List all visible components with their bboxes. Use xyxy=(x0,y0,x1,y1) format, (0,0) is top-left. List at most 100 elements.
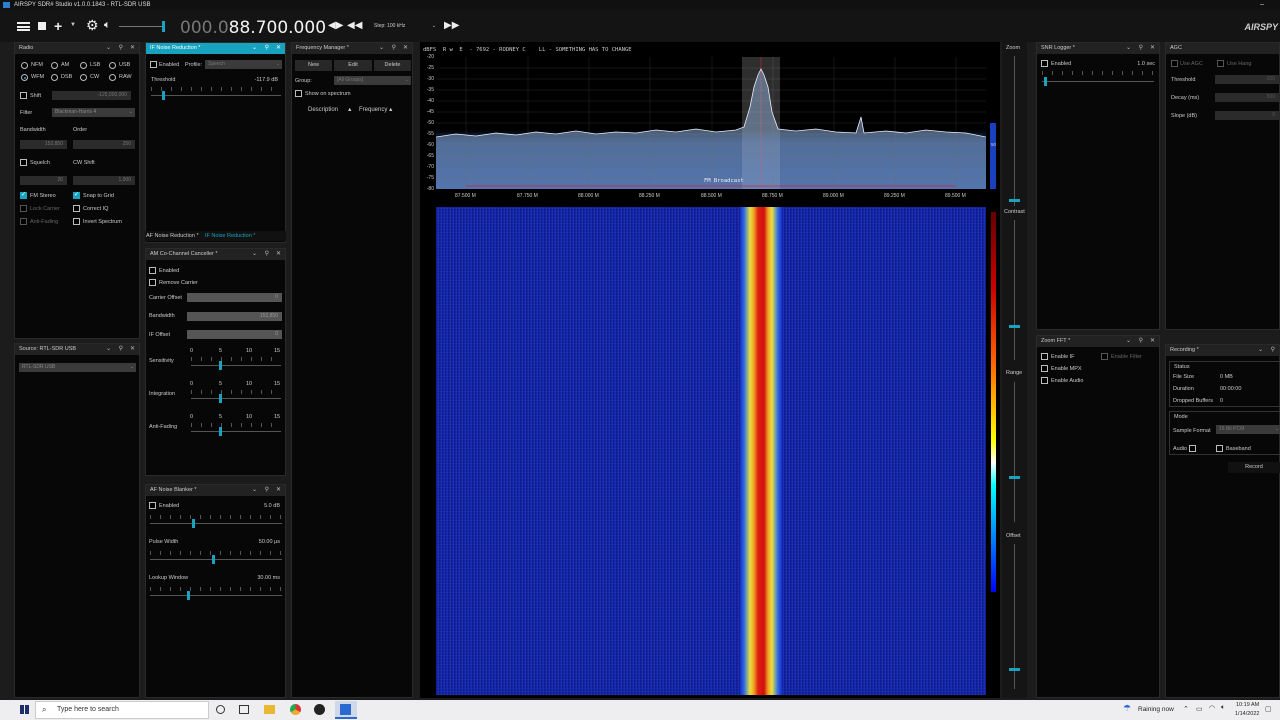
edit-button[interactable]: Edit xyxy=(334,60,372,71)
taskbar-search-box[interactable]: ⌕ Type here to search xyxy=(35,701,209,719)
pin-icon[interactable]: ⚲ xyxy=(1139,43,1143,54)
collapse-icon[interactable]: ⌄ xyxy=(252,249,257,260)
pulse-width-slider[interactable] xyxy=(150,559,282,560)
mode-radio-usb[interactable] xyxy=(109,62,116,69)
mode-radio-cw[interactable] xyxy=(80,74,87,81)
close-icon[interactable]: ✕ xyxy=(1150,336,1155,347)
tune-both-icon[interactable]: ◀▶ xyxy=(328,20,343,31)
anti-fading-checkbox[interactable] xyxy=(20,218,27,225)
lookup-window-thumb[interactable] xyxy=(187,591,190,600)
task-view-icon[interactable] xyxy=(239,705,249,714)
show-on-spectrum-checkbox[interactable] xyxy=(295,90,302,97)
shift-field[interactable]: -125,000,000 xyxy=(52,91,131,100)
volume-thumb[interactable] xyxy=(162,21,165,32)
lookup-window-slider[interactable] xyxy=(150,595,282,596)
notifications-icon[interactable]: ▢ xyxy=(1265,705,1272,713)
tray-chevron-icon[interactable]: ⌃ xyxy=(1183,705,1189,713)
close-icon[interactable]: ✕ xyxy=(403,43,408,54)
collapse-icon[interactable]: ⌄ xyxy=(106,43,111,54)
cortana-icon[interactable] xyxy=(216,705,225,714)
threshold-thumb[interactable] xyxy=(192,519,195,528)
bandwidth-field[interactable]: 152,850 xyxy=(20,140,67,149)
enable-if-checkbox[interactable] xyxy=(1041,353,1048,360)
volume-icon[interactable]: 🔈︎ xyxy=(1221,704,1225,712)
snap-grid-checkbox[interactable] xyxy=(73,191,80,199)
integration-thumb[interactable] xyxy=(219,394,222,403)
order-field[interactable]: 250 xyxy=(73,140,135,149)
step-select[interactable]: Step: 100 kHz ⌄ xyxy=(374,22,436,31)
invert-spectrum-checkbox[interactable] xyxy=(73,218,80,225)
pin-icon[interactable]: ⚲ xyxy=(119,344,123,355)
baseband-checkbox[interactable] xyxy=(1216,445,1223,452)
profile-select[interactable]: Speech ⌄ xyxy=(205,60,282,69)
anti-fading-slider[interactable] xyxy=(191,431,281,432)
enable-audio-checkbox[interactable] xyxy=(1041,377,1048,384)
source-device-select[interactable]: RTL-SDR USB ⌄ xyxy=(19,363,136,372)
snr-interval-thumb[interactable] xyxy=(1044,77,1047,86)
zoom-thumb[interactable] xyxy=(1009,199,1020,202)
range-slider[interactable] xyxy=(1014,382,1015,522)
decay-field[interactable]: 500 xyxy=(1215,93,1279,102)
mode-radio-lsb[interactable] xyxy=(80,62,87,69)
spectrum-panel[interactable]: dBFS R w E - 7692 - RODNEY C LL - SOMETH… xyxy=(420,42,1000,204)
stop-icon[interactable] xyxy=(38,22,46,30)
amcc-bandwidth-field[interactable]: 152,850 xyxy=(187,312,282,321)
collapse-icon[interactable]: ⌄ xyxy=(1258,345,1263,356)
sensitivity-slider[interactable] xyxy=(191,365,281,366)
settings-gear-icon[interactable]: ⚙ xyxy=(86,17,99,34)
close-icon[interactable]: ✕ xyxy=(130,43,135,54)
squelch-checkbox[interactable] xyxy=(20,159,27,166)
audio-checkbox[interactable] xyxy=(1189,445,1196,452)
add-dropdown-icon[interactable]: ▼ xyxy=(70,22,76,28)
volume-slider[interactable] xyxy=(119,26,165,27)
menu-icon[interactable] xyxy=(17,22,30,31)
mode-radio-nfm[interactable] xyxy=(21,62,28,69)
close-icon[interactable]: ✕ xyxy=(276,43,281,54)
pin-icon[interactable]: ⚲ xyxy=(392,43,396,54)
use-agc-checkbox[interactable] xyxy=(1171,60,1178,67)
tab-af-noise-reduction[interactable]: AF Noise Reduction * xyxy=(146,233,199,239)
pin-icon[interactable]: ⚲ xyxy=(1271,345,1275,356)
mode-radio-dsb[interactable] xyxy=(51,74,58,81)
fm-stereo-checkbox[interactable] xyxy=(20,191,27,199)
enable-mpx-checkbox[interactable] xyxy=(1041,365,1048,372)
pin-icon[interactable]: ⚲ xyxy=(1139,336,1143,347)
use-hang-checkbox[interactable] xyxy=(1217,60,1224,67)
ifnr-enabled-checkbox[interactable] xyxy=(150,61,157,68)
network-icon[interactable]: ▭ xyxy=(1196,705,1203,713)
new-button[interactable]: New xyxy=(295,60,332,71)
range-thumb[interactable] xyxy=(1009,476,1020,479)
anti-fading-thumb[interactable] xyxy=(219,427,222,436)
threshold-slider[interactable] xyxy=(151,95,281,96)
collapse-icon[interactable]: ⌄ xyxy=(252,43,257,54)
contrast-thumb[interactable] xyxy=(1009,325,1020,328)
remove-carrier-checkbox[interactable] xyxy=(149,279,156,286)
waterfall-panel[interactable] xyxy=(420,204,1000,698)
offset-thumb[interactable] xyxy=(1009,668,1020,671)
carrier-offset-field[interactable]: 0 xyxy=(187,293,282,302)
windows-start-icon[interactable] xyxy=(20,705,29,714)
clock-time[interactable]: 10:19 AM xyxy=(1236,702,1259,708)
zoom-slider[interactable] xyxy=(1014,56,1015,206)
sample-format-select[interactable]: 16 Bit PCM ⌄ xyxy=(1216,425,1280,434)
amcc-enabled-checkbox[interactable] xyxy=(149,267,156,274)
weather-text[interactable]: Raining now xyxy=(1138,706,1174,713)
pin-icon[interactable]: ⚲ xyxy=(265,43,269,54)
integration-slider[interactable] xyxy=(191,398,281,399)
filter-select[interactable]: Blackman-Harris 4 ⌄ xyxy=(52,108,135,117)
tab-if-noise-reduction[interactable]: IF Noise Reduction * xyxy=(205,233,255,239)
mode-radio-wfm[interactable] xyxy=(21,74,28,81)
clock-date[interactable]: 1/14/2022 xyxy=(1235,711,1259,717)
rewind-icon[interactable]: ◀◀ xyxy=(347,20,362,31)
pin-icon[interactable]: ⚲ xyxy=(265,249,269,260)
file-explorer-icon[interactable] xyxy=(264,705,275,714)
mode-radio-raw[interactable] xyxy=(109,74,116,81)
agc-threshold-field[interactable]: -100 xyxy=(1215,75,1279,84)
close-icon[interactable]: ✕ xyxy=(276,485,281,496)
add-icon[interactable]: + xyxy=(54,18,62,34)
collapse-icon[interactable]: ⌄ xyxy=(379,43,384,54)
lock-carrier-checkbox[interactable] xyxy=(20,205,27,212)
collapse-icon[interactable]: ⌄ xyxy=(1126,336,1131,347)
shift-checkbox[interactable] xyxy=(20,92,27,99)
wifi-icon[interactable]: ◠ xyxy=(1209,704,1215,712)
